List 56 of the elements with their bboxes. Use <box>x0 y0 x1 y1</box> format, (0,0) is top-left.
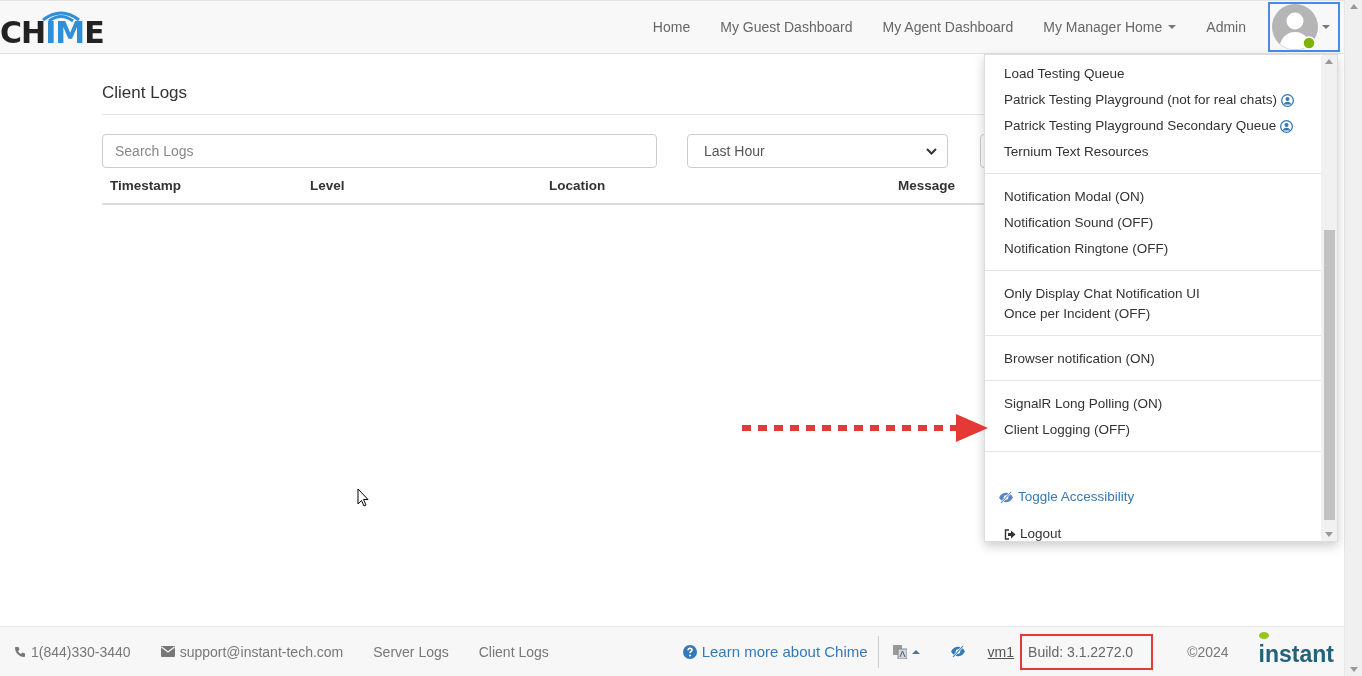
eye-slash-icon <box>998 490 1014 504</box>
vm-link[interactable]: vm1 <box>987 643 1015 660</box>
menu-item[interactable]: Client Logging (OFF) <box>985 417 1321 443</box>
envelope-icon <box>160 646 175 657</box>
language-button[interactable] <box>892 644 920 659</box>
eye-slash-icon <box>949 645 966 658</box>
support-email[interactable]: support@instant-tech.com <box>160 643 344 660</box>
scroll-up-icon[interactable] <box>1349 4 1358 9</box>
user-avatar-button[interactable] <box>1268 2 1340 52</box>
speech-bubble-icon <box>1258 632 1269 640</box>
scroll-down-icon[interactable] <box>1325 532 1333 537</box>
menu-item[interactable]: SignalR Long Polling (ON) <box>985 391 1321 417</box>
scroll-up-icon[interactable] <box>1325 59 1333 64</box>
menu-item[interactable]: Ternium Text Resources <box>985 139 1321 165</box>
column-header: Location <box>549 178 607 193</box>
menu-item[interactable]: Notification Ringtone (OFF) <box>985 236 1321 262</box>
avatar-silhouette-icon <box>1272 4 1318 50</box>
menu-item[interactable]: Notification Sound (OFF) <box>985 210 1321 236</box>
footer-link[interactable]: Client Logs <box>478 643 549 660</box>
sign-out-icon <box>1004 528 1016 540</box>
scroll-down-icon[interactable] <box>1349 667 1358 672</box>
translate-icon <box>892 644 907 659</box>
column-header: Message <box>898 178 957 193</box>
mouse-cursor-icon <box>357 488 369 507</box>
nav-link[interactable]: My Manager Home <box>1043 19 1177 35</box>
caret-up-icon <box>911 649 920 654</box>
chime-logo[interactable]: CHIME <box>0 6 104 48</box>
menu-item[interactable]: Browser notification (ON) <box>985 346 1321 372</box>
learn-more-link[interactable]: Learn more about Chime <box>682 635 879 668</box>
menu-item[interactable]: Only Display Chat Notification UI Once per Incident (OFF) <box>985 281 1321 327</box>
user-circle-icon <box>1280 119 1294 133</box>
instant-logo: instant <box>1258 635 1334 668</box>
menu-item[interactable]: Logout <box>985 521 1321 547</box>
caret-icon <box>1322 25 1330 29</box>
copyright: ©2024 <box>1187 643 1229 660</box>
menu-item[interactable]: Patrick Testing Playground Secondary Queue <box>985 113 1321 139</box>
phone-icon <box>14 645 26 658</box>
menu-item[interactable]: Toggle Accessibility <box>985 484 1321 521</box>
column-header: Level <box>310 178 346 193</box>
nav-link[interactable]: My Agent Dashboard <box>882 19 1014 35</box>
column-header: Timestamp <box>110 178 183 193</box>
build-version: Build: 3.1.2272.0 <box>1028 643 1134 660</box>
help-icon <box>682 644 697 659</box>
nav-link[interactable]: Admin <box>1206 19 1246 35</box>
time-range-select[interactable]: Last Hour <box>687 134 948 168</box>
search-field[interactable]: Search Logs <box>102 134 657 168</box>
nav-link[interactable]: My Guest Dashboard <box>720 19 853 35</box>
nav-link[interactable]: Home <box>652 19 691 35</box>
footer-link[interactable]: Server Logs <box>373 643 449 660</box>
scrollbar-thumb[interactable] <box>1323 230 1335 520</box>
chevron-down-icon <box>926 147 937 155</box>
phone-number: 1(844)330-3440 <box>14 643 131 660</box>
caret-icon <box>1168 25 1177 29</box>
menu-item[interactable]: Notification Modal (ON) <box>985 184 1321 210</box>
accessibility-button[interactable] <box>949 645 966 658</box>
user-circle-icon <box>1280 93 1294 107</box>
